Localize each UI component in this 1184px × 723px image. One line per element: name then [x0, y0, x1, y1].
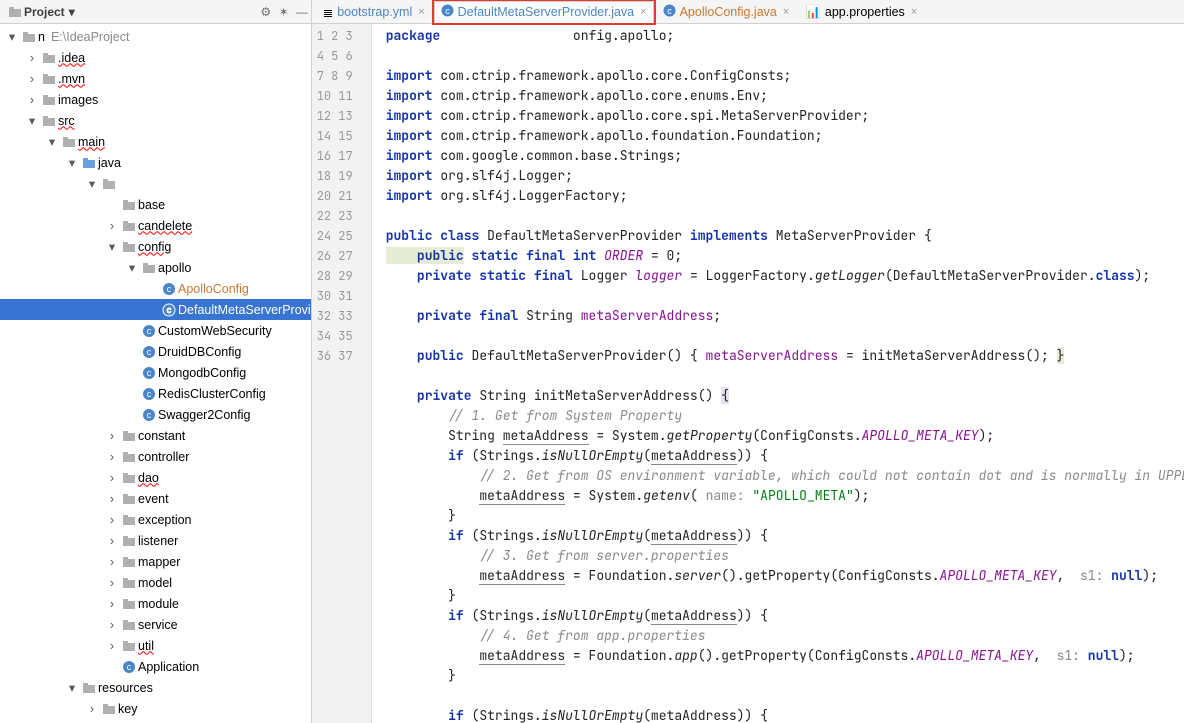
tree-key[interactable]: ›key	[0, 698, 311, 719]
svg-text:c: c	[147, 326, 152, 336]
tree-mongo[interactable]: cMongodbConfig	[0, 362, 311, 383]
chevron-down-icon: ▾	[69, 5, 75, 19]
tree-listener[interactable]: ›listener	[0, 530, 311, 551]
tree-root[interactable]: ▾nE:\IdeaProject	[0, 26, 311, 47]
tree-resources[interactable]: ▾resources	[0, 677, 311, 698]
class-icon: c	[663, 4, 676, 20]
gear-icon[interactable]: ✶	[275, 3, 293, 21]
tree-redis[interactable]: cRedisClusterConfig	[0, 383, 311, 404]
svg-text:c: c	[147, 410, 152, 420]
tree-java[interactable]: ▾java	[0, 152, 311, 173]
sidebar-header: Project ▾ ⚙ ✶ —	[0, 0, 311, 24]
svg-text:c: c	[167, 284, 172, 294]
svg-text:c: c	[445, 6, 450, 16]
svg-text:c: c	[667, 6, 672, 16]
editor-panel: ≣bootstrap.yml× cDefaultMetaServerProvid…	[312, 0, 1184, 723]
tree-util[interactable]: ›util	[0, 635, 311, 656]
tree-defaultmeta[interactable]: cDefaultMetaServerProvi	[0, 299, 311, 320]
tree-mapper[interactable]: ›mapper	[0, 551, 311, 572]
tree-controller[interactable]: ›controller	[0, 446, 311, 467]
tree-application[interactable]: cApplication	[0, 656, 311, 677]
close-icon[interactable]: ×	[781, 6, 789, 18]
tree-images[interactable]: ›images	[0, 89, 311, 110]
project-sidebar: Project ▾ ⚙ ✶ — ▾nE:\IdeaProject ›.idea …	[0, 0, 312, 723]
settings-slider-icon[interactable]: ⚙	[257, 3, 275, 21]
close-icon[interactable]: ×	[416, 6, 424, 18]
tree-pkg[interactable]: ▾	[0, 173, 311, 194]
tree-apolloconfig[interactable]: cApolloConfig	[0, 278, 311, 299]
code-area[interactable]: package onfig.apollo; import com.ctrip.f…	[372, 24, 1184, 723]
close-icon[interactable]: ×	[638, 6, 646, 18]
tree-dao[interactable]: ›dao	[0, 467, 311, 488]
project-tree[interactable]: ▾nE:\IdeaProject ›.idea ›.mvn ›images ▾s…	[0, 24, 311, 723]
project-dropdown[interactable]: Project ▾	[24, 5, 75, 19]
tree-main[interactable]: ▾main	[0, 131, 311, 152]
tree-constant[interactable]: ›constant	[0, 425, 311, 446]
tree-config[interactable]: ▾config	[0, 236, 311, 257]
tree-swagger[interactable]: cSwagger2Config	[0, 404, 311, 425]
svg-text:c: c	[127, 662, 132, 672]
tree-base[interactable]: base	[0, 194, 311, 215]
class-icon: c	[441, 4, 454, 20]
tree-customweb[interactable]: cCustomWebSecurity	[0, 320, 311, 341]
close-icon[interactable]: ×	[909, 6, 917, 18]
svg-text:c: c	[147, 347, 152, 357]
tree-candelete[interactable]: ›candelete	[0, 215, 311, 236]
tab-appprops[interactable]: 📊app.properties×	[798, 1, 924, 23]
tree-idea[interactable]: ›.idea	[0, 47, 311, 68]
tree-src[interactable]: ▾src	[0, 110, 311, 131]
tree-apollo[interactable]: ▾apollo	[0, 257, 311, 278]
line-gutter: 1 2 3 4 5 6 7 8 9 10 11 12 13 14 15 16 1…	[312, 24, 372, 723]
tree-module[interactable]: ›module	[0, 593, 311, 614]
tab-defaultmeta[interactable]: cDefaultMetaServerProvider.java×	[434, 1, 654, 23]
svg-text:c: c	[147, 389, 152, 399]
tree-exception[interactable]: ›exception	[0, 509, 311, 530]
tree-service[interactable]: ›service	[0, 614, 311, 635]
svg-text:c: c	[167, 305, 172, 315]
tab-bootstrap[interactable]: ≣bootstrap.yml×	[316, 1, 432, 23]
editor-tabs: ≣bootstrap.yml× cDefaultMetaServerProvid…	[312, 0, 1184, 24]
tab-apolloconfig[interactable]: cApolloConfig.java×	[656, 1, 797, 23]
svg-text:c: c	[147, 368, 152, 378]
tree-mvn[interactable]: ›.mvn	[0, 68, 311, 89]
folder-icon	[6, 3, 24, 21]
properties-icon: 📊	[805, 5, 821, 20]
tree-event[interactable]: ›event	[0, 488, 311, 509]
tree-model[interactable]: ›model	[0, 572, 311, 593]
tree-druid[interactable]: cDruidDBConfig	[0, 341, 311, 362]
minimize-icon[interactable]: —	[293, 3, 311, 21]
yaml-icon: ≣	[323, 5, 333, 20]
